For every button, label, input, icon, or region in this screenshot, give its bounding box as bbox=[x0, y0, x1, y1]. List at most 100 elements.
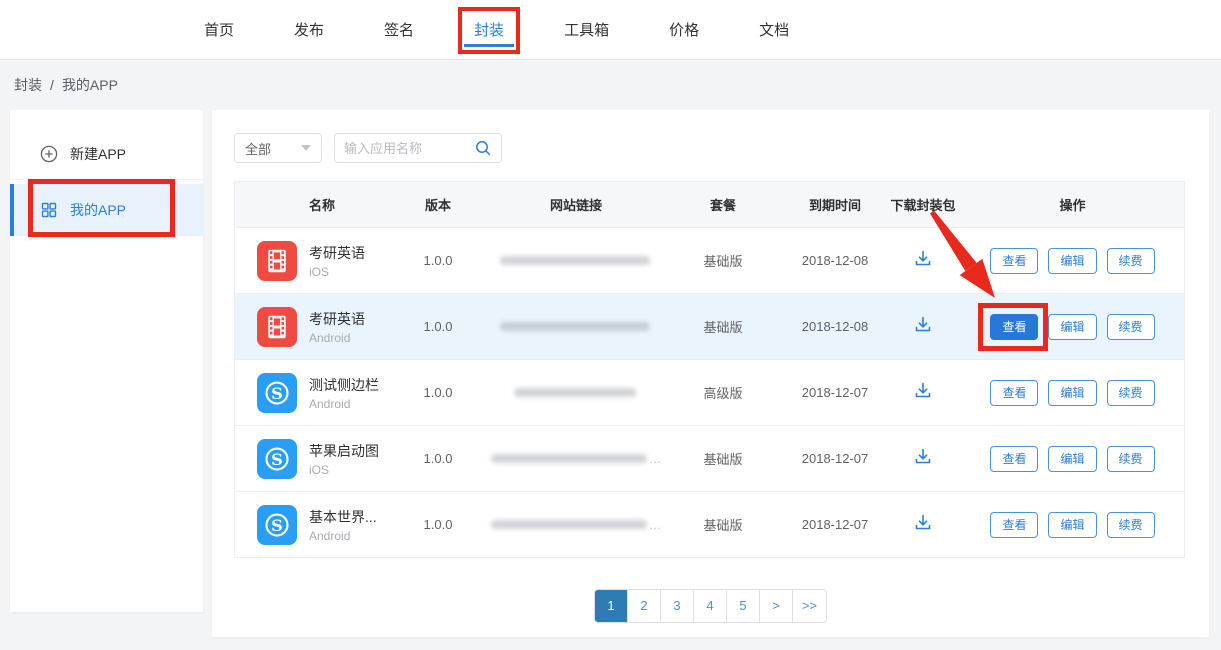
link-ellipsis: … bbox=[649, 518, 661, 532]
redacted-link-bar bbox=[514, 388, 636, 397]
plan-cell: 高级版 bbox=[661, 383, 785, 402]
download-icon[interactable] bbox=[912, 512, 934, 534]
nav-item[interactable]: 工具箱 bbox=[560, 0, 613, 59]
app-platform: Android bbox=[309, 397, 379, 411]
svg-text:S: S bbox=[271, 515, 283, 534]
expiry-cell: 2018-12-07 bbox=[785, 385, 885, 400]
app-table: 名称版本网站链接套餐到期时间下载封装包操作 S bbox=[234, 181, 1185, 558]
website-link-cell bbox=[491, 388, 661, 397]
table-body: S 考研英语 iOS 1.0.0 基础版 2018-12-08 bbox=[235, 227, 1184, 557]
table-row: S 苹果启动图 iOS 1.0.0 … 基础版 2018-12-07 bbox=[235, 425, 1184, 491]
nav-item[interactable]: 封装 bbox=[470, 0, 508, 59]
download-icon[interactable] bbox=[912, 314, 934, 336]
edit-button[interactable]: 编辑 bbox=[1048, 446, 1096, 472]
svg-text:S: S bbox=[271, 383, 283, 402]
app-name-cell: S 苹果启动图 iOS bbox=[235, 439, 385, 479]
renew-button[interactable]: 续费 bbox=[1107, 512, 1155, 538]
nav-item-label: 工具箱 bbox=[564, 19, 609, 40]
redacted-link-bar bbox=[500, 256, 650, 265]
app-icon: S bbox=[257, 373, 297, 413]
nav-item[interactable]: 文档 bbox=[755, 0, 793, 59]
toolbar: 全部 bbox=[212, 110, 1209, 163]
nav-item-label: 签名 bbox=[384, 19, 414, 40]
view-button[interactable]: 查看 bbox=[990, 446, 1038, 472]
app-platform: Android bbox=[309, 529, 377, 543]
nav-item[interactable]: 价格 bbox=[665, 0, 703, 59]
pagination-page[interactable]: >> bbox=[793, 590, 826, 622]
sidebar-item-new-app[interactable]: 新建APP bbox=[10, 128, 203, 180]
edit-button[interactable]: 编辑 bbox=[1048, 512, 1096, 538]
app-title: 基本世界... bbox=[309, 507, 377, 527]
view-button[interactable]: 查看 bbox=[990, 314, 1038, 340]
svg-text:S: S bbox=[271, 449, 283, 468]
pagination-page[interactable]: 2 bbox=[628, 590, 661, 622]
plan-cell: 基础版 bbox=[661, 515, 785, 534]
app-platform: iOS bbox=[309, 265, 365, 279]
actions-cell: 查看 编辑 续费 bbox=[961, 248, 1184, 274]
app-name-cell: S 基本世界... Android bbox=[235, 505, 385, 545]
view-button[interactable]: 查看 bbox=[990, 380, 1038, 406]
website-link-cell bbox=[491, 256, 661, 265]
edit-button[interactable]: 编辑 bbox=[1048, 380, 1096, 406]
actions-cell: 查看 编辑 续费 bbox=[961, 380, 1184, 406]
renew-button[interactable]: 续费 bbox=[1107, 380, 1155, 406]
redacted-link-bar bbox=[491, 520, 647, 529]
s-logo-icon: S bbox=[262, 444, 292, 474]
renew-button[interactable]: 续费 bbox=[1107, 314, 1155, 340]
sidebar-item-my-app[interactable]: 我的APP bbox=[10, 184, 203, 236]
plus-circle-icon bbox=[40, 145, 58, 163]
table-column-header: 版本 bbox=[385, 195, 491, 214]
version-cell: 1.0.0 bbox=[385, 319, 491, 334]
search-input[interactable] bbox=[344, 141, 474, 156]
download-icon[interactable] bbox=[912, 248, 934, 270]
search-icon[interactable] bbox=[474, 139, 492, 157]
app-title: 测试侧边栏 bbox=[309, 375, 379, 395]
version-cell: 1.0.0 bbox=[385, 451, 491, 466]
top-nav: 首页 发布 签名 封装 工具箱 价格 文档 bbox=[0, 0, 1221, 60]
pagination-page[interactable]: 5 bbox=[727, 590, 760, 622]
version-cell: 1.0.0 bbox=[385, 517, 491, 532]
film-icon bbox=[262, 246, 292, 276]
plan-cell: 基础版 bbox=[661, 251, 785, 270]
app-icon: S bbox=[257, 439, 297, 479]
view-button[interactable]: 查看 bbox=[990, 512, 1038, 538]
nav-item[interactable]: 发布 bbox=[290, 0, 328, 59]
download-icon[interactable] bbox=[912, 380, 934, 402]
download-cell bbox=[885, 512, 961, 537]
pagination-page[interactable]: 4 bbox=[694, 590, 727, 622]
redacted-link-bar bbox=[491, 454, 647, 463]
table-column-header: 到期时间 bbox=[785, 195, 885, 214]
table-column-header: 套餐 bbox=[661, 195, 785, 214]
app-icon: S bbox=[257, 307, 297, 347]
s-logo-icon: S bbox=[262, 510, 292, 540]
pagination-page[interactable]: > bbox=[760, 590, 793, 622]
nav-item-label: 价格 bbox=[669, 19, 699, 40]
version-cell: 1.0.0 bbox=[385, 253, 491, 268]
app-name-cell: S 考研英语 iOS bbox=[235, 241, 385, 281]
main-panel: 全部 名称版本网站链接套餐到期时间下载封装包操作 bbox=[212, 110, 1209, 637]
renew-button[interactable]: 续费 bbox=[1107, 248, 1155, 274]
website-link-cell: … bbox=[491, 452, 661, 466]
download-icon[interactable] bbox=[912, 446, 934, 468]
breadcrumb-section[interactable]: 封装 bbox=[14, 75, 42, 95]
filter-select[interactable]: 全部 bbox=[234, 133, 322, 163]
breadcrumb-separator: / bbox=[50, 77, 54, 93]
app-title: 苹果启动图 bbox=[309, 441, 379, 461]
edit-button[interactable]: 编辑 bbox=[1048, 248, 1096, 274]
nav-item-label: 封装 bbox=[474, 19, 504, 40]
renew-button[interactable]: 续费 bbox=[1107, 446, 1155, 472]
pagination: 12345>>> bbox=[594, 589, 827, 623]
app-title: 考研英语 bbox=[309, 243, 365, 263]
nav-item[interactable]: 签名 bbox=[380, 0, 418, 59]
actions-cell: 查看 编辑 续费 bbox=[961, 512, 1184, 538]
table-row: S 考研英语 iOS 1.0.0 基础版 2018-12-08 bbox=[235, 227, 1184, 293]
actions-cell: 查看 编辑 续费 bbox=[961, 314, 1184, 340]
grid-icon bbox=[40, 201, 58, 219]
pagination-page[interactable]: 1 bbox=[595, 590, 628, 622]
nav-item[interactable]: 首页 bbox=[200, 0, 238, 59]
sidebar-item-label: 我的APP bbox=[70, 200, 126, 220]
pagination-page[interactable]: 3 bbox=[661, 590, 694, 622]
view-button[interactable]: 查看 bbox=[990, 248, 1038, 274]
edit-button[interactable]: 编辑 bbox=[1048, 314, 1096, 340]
download-cell bbox=[885, 314, 961, 339]
